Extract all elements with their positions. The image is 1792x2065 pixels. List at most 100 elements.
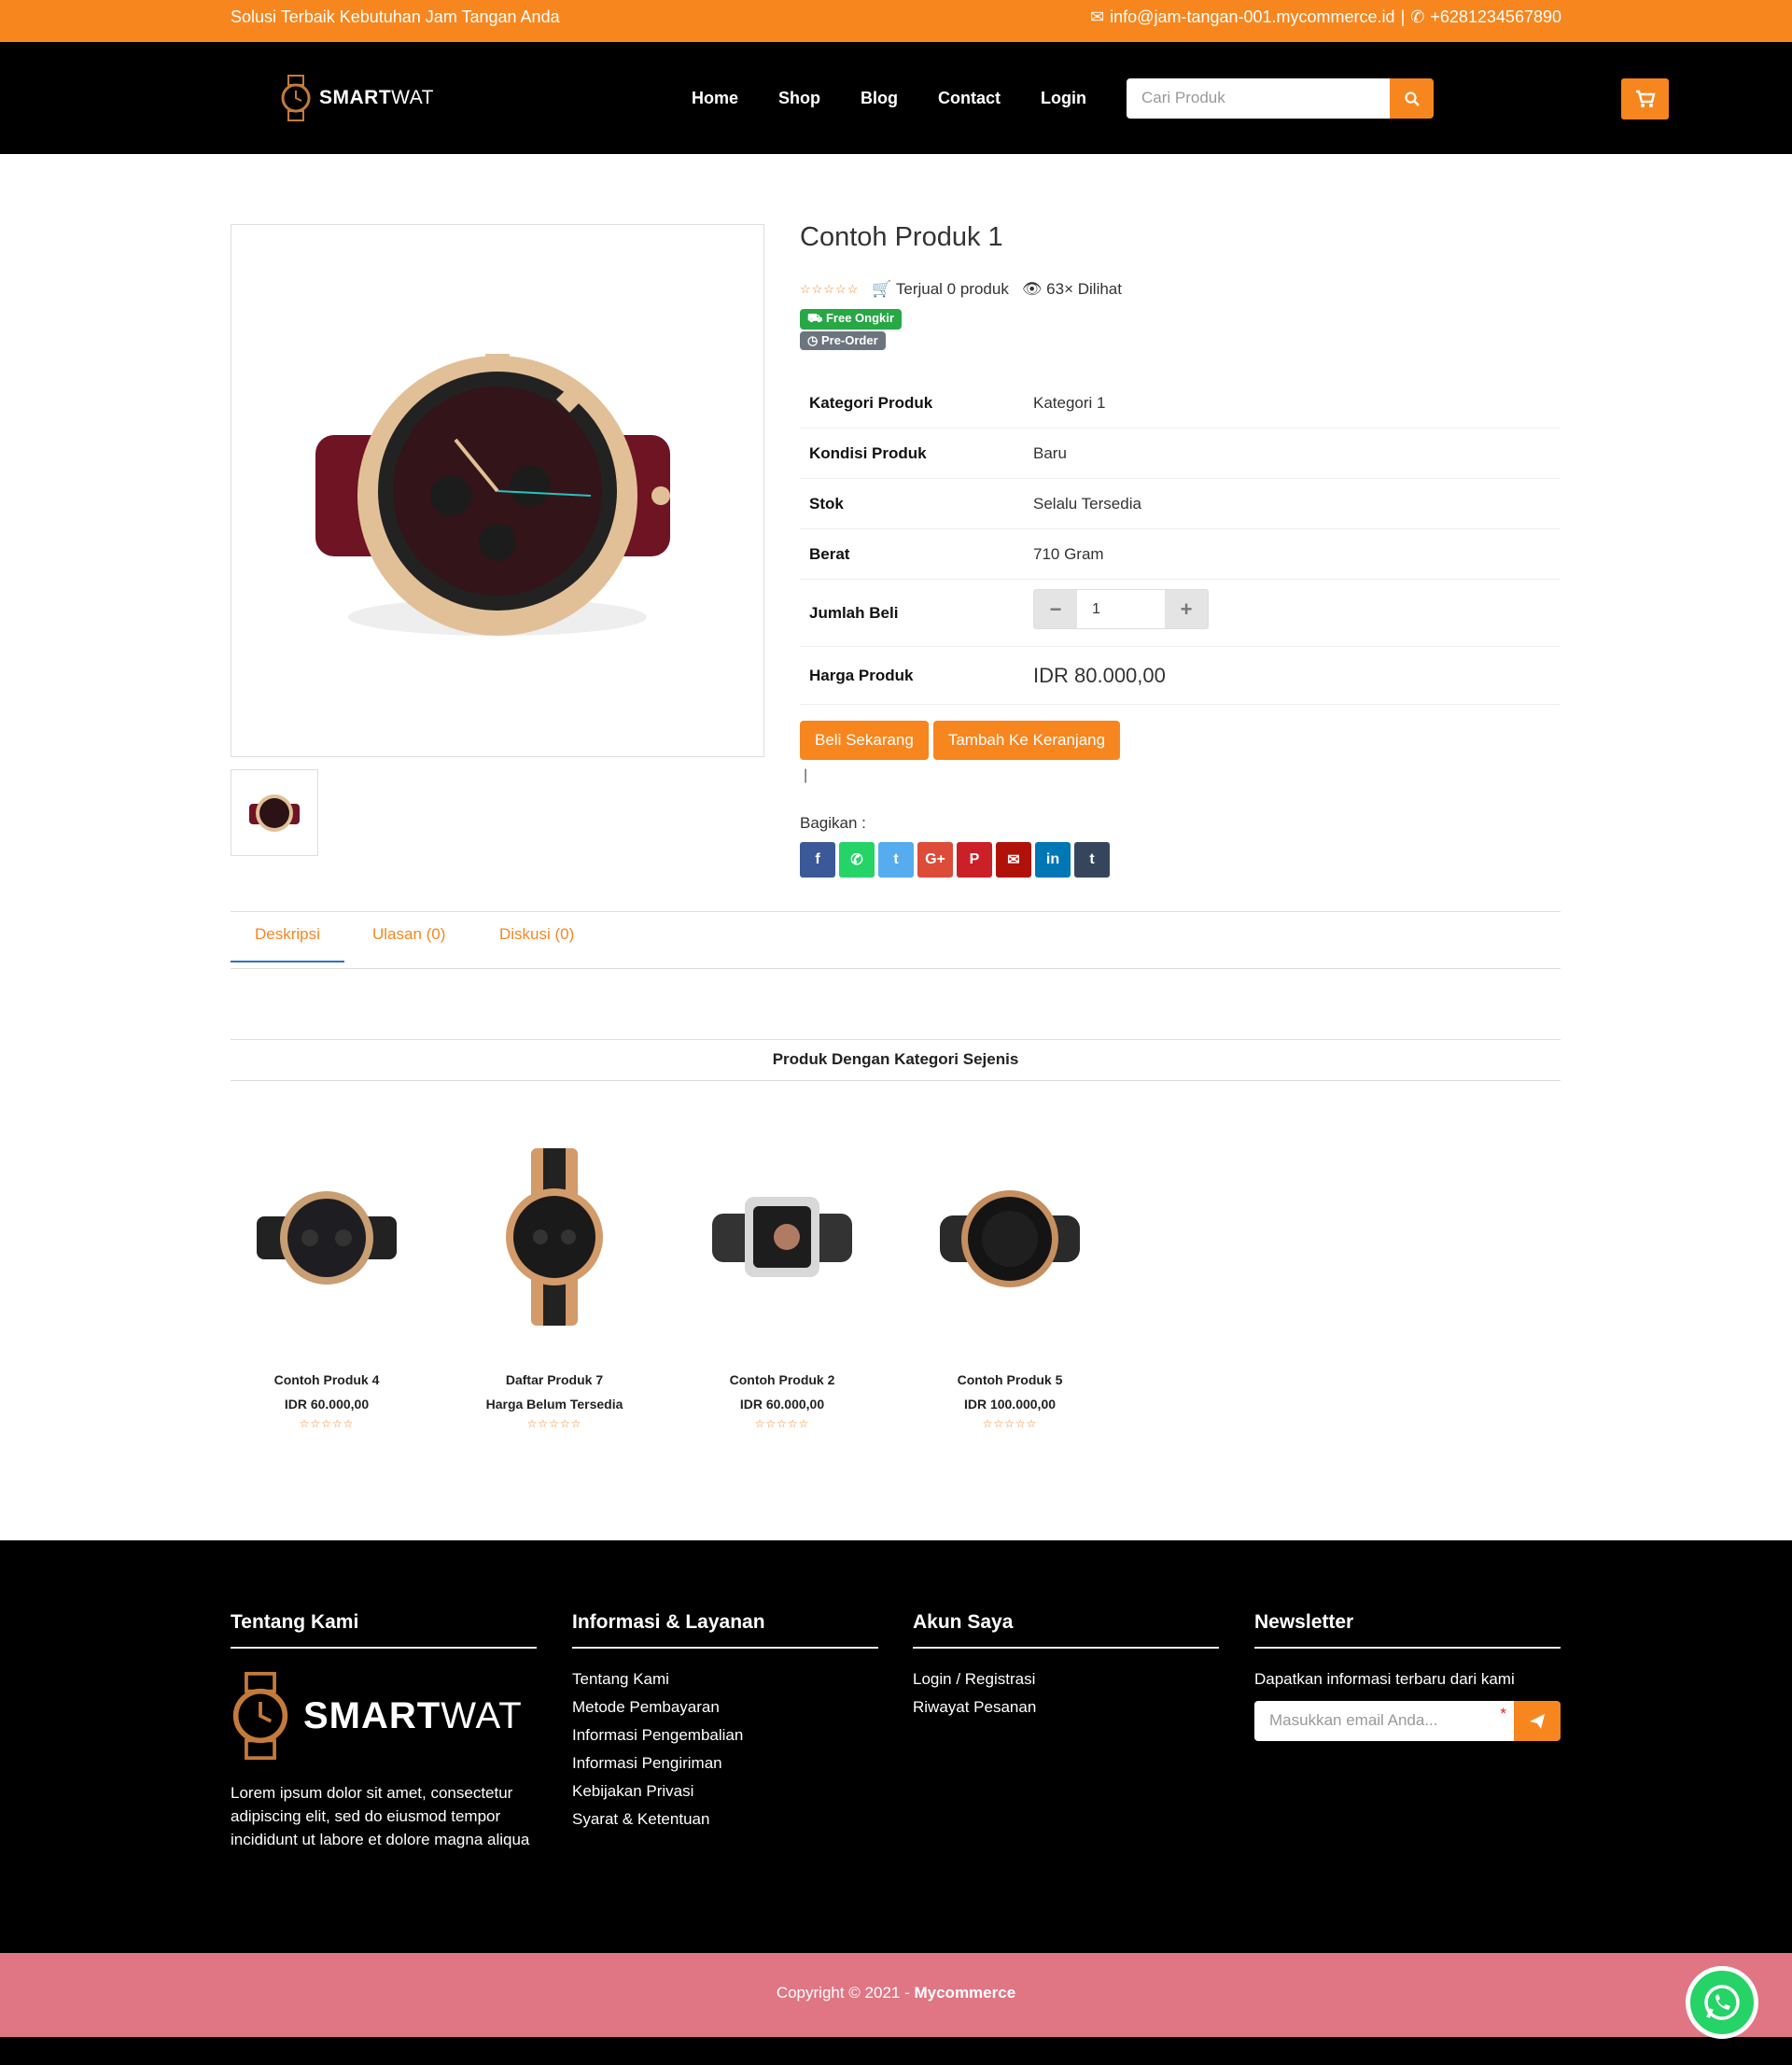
footer-logo: SMARTWAT xyxy=(231,1671,537,1761)
related-product-card[interactable]: Contoh Produk 4 IDR 60.000,00 ☆☆☆☆☆ xyxy=(229,1144,425,1430)
product-main-image[interactable] xyxy=(231,224,764,757)
badge-free-shipping: ⛟ Free Ongkir xyxy=(800,309,902,330)
spec-row: Kondisi Produk Baru xyxy=(800,428,1561,479)
tab-description[interactable]: Deskripsi xyxy=(255,925,320,944)
quantity-decrease-button[interactable]: − xyxy=(1034,590,1077,628)
clock-icon: ◷ xyxy=(807,333,819,347)
newsletter-form: Masukkan email Anda... * xyxy=(1254,1701,1561,1741)
share-buttons: f ✆ t G+ P ✉ in t xyxy=(800,842,1110,878)
main-menu: Home Shop Blog Contact Login xyxy=(692,89,1086,108)
sold-info: 🛒 Terjual 0 produk xyxy=(872,280,1009,299)
footer-link[interactable]: Kebijakan Privasi xyxy=(572,1777,878,1805)
cart-icon xyxy=(1635,90,1656,107)
related-product-image[interactable] xyxy=(456,1144,652,1330)
contact-separator: | xyxy=(1400,7,1406,26)
copyright-brand[interactable]: Mycommerce xyxy=(914,1984,1015,2002)
facebook-icon: f xyxy=(815,851,820,867)
watch-image xyxy=(940,1190,1080,1287)
footer-logo-wat: WAT xyxy=(441,1694,523,1736)
newsletter-placeholder: Masukkan email Anda... xyxy=(1269,1711,1438,1729)
product-tabs: Deskripsi Ulasan (0) Diskusi (0) xyxy=(231,911,1561,969)
newsletter-email-input[interactable]: Masukkan email Anda... * xyxy=(1254,1701,1514,1741)
add-to-cart-button[interactable]: Tambah Ke Keranjang xyxy=(932,721,1121,760)
footer-link[interactable]: Tentang Kami xyxy=(572,1665,878,1693)
product-title: Contoh Produk 1 xyxy=(800,222,1003,252)
spec-row: Berat 710 Gram xyxy=(800,529,1561,580)
quantity-input[interactable]: 1 xyxy=(1077,590,1165,628)
related-product-name[interactable]: Contoh Produk 5 xyxy=(912,1372,1108,1387)
search-icon xyxy=(1404,91,1420,106)
twitter-share-button[interactable]: t xyxy=(878,842,914,878)
newsletter-text: Dapatkan informasi terbaru dari kami xyxy=(1254,1670,1515,1688)
spec-label: Berat xyxy=(809,544,850,563)
footer-info: Informasi & Layanan Tentang Kami Metode … xyxy=(572,1611,878,1833)
whatsapp-share-button[interactable]: ✆ xyxy=(839,842,875,878)
menu-login[interactable]: Login xyxy=(1041,89,1086,108)
related-product-name[interactable]: Contoh Produk 4 xyxy=(229,1372,425,1387)
google-plus-share-button[interactable]: G+ xyxy=(917,842,953,878)
bottom-bar xyxy=(0,2037,1792,2065)
tab-reviews[interactable]: Ulasan (0) xyxy=(372,925,445,944)
site-logo[interactable]: SMARTWAT xyxy=(280,75,434,121)
rating-stars: ☆☆☆☆☆ xyxy=(526,1417,582,1430)
footer-logo-smart: SMART xyxy=(303,1694,441,1736)
spec-row: Kategori Produk Kategori 1 xyxy=(800,378,1561,428)
related-product-price: IDR 60.000,00 xyxy=(284,1397,370,1412)
linkedin-share-button[interactable]: in xyxy=(1035,842,1071,878)
email-share-button[interactable]: ✉ xyxy=(996,842,1031,878)
related-product-image[interactable] xyxy=(229,1144,425,1330)
related-product-card[interactable]: Contoh Produk 2 IDR 60.000,00 ☆☆☆☆☆ xyxy=(684,1144,880,1430)
tumblr-share-button[interactable]: t xyxy=(1074,842,1110,878)
contact-info: ✉ info@jam-tangan-001.mycommerce.id | ✆ … xyxy=(1090,7,1561,27)
contact-email[interactable]: info@jam-tangan-001.mycommerce.id xyxy=(1110,7,1394,27)
related-product-image[interactable] xyxy=(912,1144,1108,1330)
menu-shop[interactable]: Shop xyxy=(778,89,820,108)
spec-value: Baru xyxy=(1033,443,1067,462)
buy-now-button[interactable]: Beli Sekarang xyxy=(800,721,929,760)
thumbnail-watch-image xyxy=(249,794,300,832)
watch-image xyxy=(506,1148,603,1326)
related-product-name[interactable]: Daftar Produk 7 xyxy=(456,1372,652,1387)
paper-plane-icon xyxy=(1530,1713,1545,1729)
contact-phone[interactable]: +6281234567890 xyxy=(1430,7,1561,27)
tumblr-icon: t xyxy=(1089,851,1095,867)
footer-link[interactable]: Metode Pembayaran xyxy=(572,1693,878,1721)
tab-discussion[interactable]: Diskusi (0) xyxy=(499,925,574,944)
whatsapp-float-button[interactable] xyxy=(1686,1966,1758,2039)
menu-blog[interactable]: Blog xyxy=(861,89,898,108)
search-button[interactable] xyxy=(1390,78,1434,119)
cart-button[interactable] xyxy=(1621,78,1669,119)
footer-link[interactable]: Login / Registrasi xyxy=(913,1665,1219,1693)
related-product-name[interactable]: Contoh Produk 2 xyxy=(684,1372,880,1387)
facebook-share-button[interactable]: f xyxy=(800,842,835,878)
pinterest-share-button[interactable]: P xyxy=(957,842,992,878)
footer-about-title: Tentang Kami xyxy=(231,1611,537,1649)
watch-image xyxy=(257,1191,397,1285)
phone-icon: ✆ xyxy=(1410,7,1425,26)
badge-preorder: ◷ Pre-Order xyxy=(800,331,886,350)
spec-row: Stok Selalu Tersedia xyxy=(800,479,1561,529)
footer-link[interactable]: Syarat & Ketentuan xyxy=(572,1805,878,1833)
views-count: 63× Dilihat xyxy=(1046,280,1122,298)
quantity-increase-button[interactable]: + xyxy=(1165,590,1208,628)
quantity-stepper: − 1 + xyxy=(1033,589,1209,629)
search-form: Cari Produk xyxy=(1127,78,1434,119)
active-tab-indicator xyxy=(231,961,344,962)
newsletter-submit-button[interactable] xyxy=(1514,1701,1561,1741)
spec-label: Harga Produk xyxy=(809,666,914,684)
related-product-card[interactable]: Daftar Produk 7 Harga Belum Tersedia ☆☆☆… xyxy=(456,1144,652,1430)
footer-link[interactable]: Riwayat Pesanan xyxy=(913,1693,1219,1721)
menu-home[interactable]: Home xyxy=(692,89,738,108)
product-thumbnail[interactable] xyxy=(231,769,318,856)
spec-row: Jumlah Beli − 1 + xyxy=(800,580,1561,647)
footer-info-title: Informasi & Layanan xyxy=(572,1611,878,1649)
related-product-card[interactable]: Contoh Produk 5 IDR 100.000,00 ☆☆☆☆☆ xyxy=(912,1144,1108,1430)
footer-link[interactable]: Informasi Pengiriman xyxy=(572,1749,878,1777)
cart-small-icon: 🛒 xyxy=(872,280,892,298)
footer-link[interactable]: Informasi Pengembalian xyxy=(572,1721,878,1749)
menu-contact[interactable]: Contact xyxy=(938,89,1001,108)
search-input[interactable]: Cari Produk xyxy=(1127,78,1390,119)
watch-image xyxy=(712,1197,852,1277)
related-product-image[interactable] xyxy=(684,1144,880,1330)
email-icon: ✉ xyxy=(1007,852,1020,868)
